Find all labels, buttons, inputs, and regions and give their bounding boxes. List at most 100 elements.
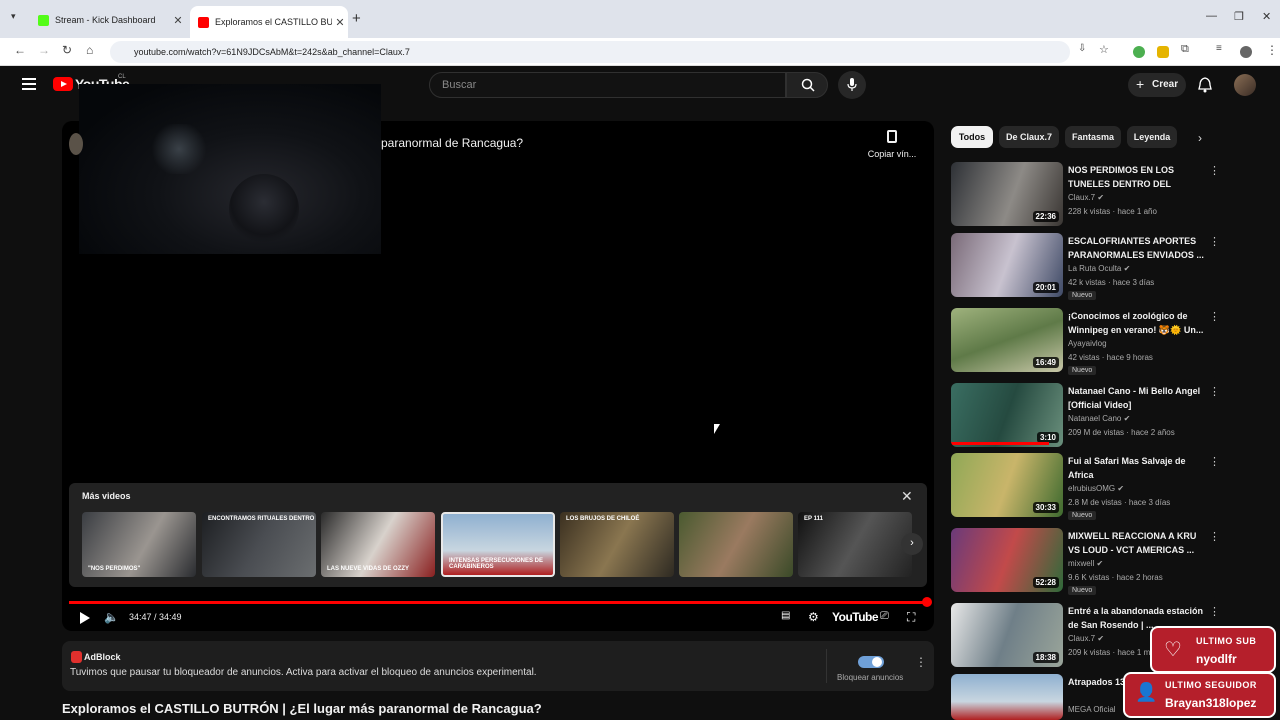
browser-menu-icon[interactable]: ⋮ bbox=[1266, 43, 1278, 57]
more-options-icon[interactable]: ⋮ bbox=[1209, 235, 1220, 248]
video-thumbnail[interactable] bbox=[951, 674, 1063, 720]
tab-kick-dashboard[interactable]: Stream - Kick Dashboard ✕ bbox=[30, 7, 186, 33]
more-options-icon[interactable]: ⋮ bbox=[1209, 530, 1220, 543]
fullscreen-icon[interactable]: ⛶ bbox=[907, 610, 915, 625]
chevron-right-icon[interactable]: › bbox=[901, 533, 923, 555]
search-placeholder: Buscar bbox=[442, 79, 477, 91]
recommendation-item[interactable]: 16:49 ¡Conocimos el zoológico de Winnipe… bbox=[951, 308, 1221, 376]
recommendation-title[interactable]: MIXWELL REACCIONA A KRU VS LOUD - VCT AM… bbox=[1068, 529, 1206, 557]
copy-link-button[interactable]: Copiar vín... bbox=[862, 130, 922, 159]
recommendation-channel[interactable]: Claux.7 ✔ bbox=[1068, 634, 1104, 643]
tab-search-icon[interactable]: ▾ bbox=[11, 11, 16, 22]
chip-todos[interactable]: Todos bbox=[951, 126, 993, 148]
more-video-thumbnail[interactable]: LOS BRUJOS DE CHILOÉ bbox=[560, 512, 674, 577]
more-options-icon[interactable]: ⋮ bbox=[1209, 605, 1220, 618]
extensions-puzzle-icon[interactable]: ⧉ bbox=[1181, 43, 1189, 56]
recommendation-channel[interactable]: mixwell ✔ bbox=[1068, 559, 1103, 568]
more-video-thumbnail[interactable]: LAS NUEVE VIDAS DE OZZY bbox=[321, 512, 435, 577]
recommendation-item[interactable]: 52:28 MIXWELL REACCIONA A KRU VS LOUD - … bbox=[951, 528, 1221, 596]
heart-icon: ♡ bbox=[1164, 639, 1182, 661]
chip-fantasma[interactable]: Fantasma bbox=[1065, 126, 1121, 148]
last-follower-alert: 👤 ULTIMO SEGUIDOR Brayan318lopez bbox=[1123, 672, 1276, 718]
recommendation-title[interactable]: ¡Conocimos el zoológico de Winnipeg en v… bbox=[1068, 309, 1206, 337]
video-thumbnail[interactable]: 18:38 bbox=[951, 603, 1063, 667]
chip-de-claux[interactable]: De Claux.7 bbox=[999, 126, 1059, 148]
reading-list-icon[interactable]: ≡ bbox=[1216, 43, 1222, 54]
recommendation-title[interactable]: ESCALOFRIANTES APORTES PARANORMALES ENVI… bbox=[1068, 234, 1206, 262]
recommendation-item[interactable]: 22:36 NOS PERDIMOS EN LOS TUNELES DENTRO… bbox=[951, 162, 1221, 230]
tab-youtube-video[interactable]: Exploramos el CASTILLO BUTRÓ ✕ bbox=[190, 6, 348, 38]
recommendation-title[interactable]: Fui al Safari Mas Salvaje de Africa bbox=[1068, 454, 1206, 482]
back-arrow-icon[interactable]: ← bbox=[14, 43, 26, 57]
youtube-logo-icon[interactable] bbox=[53, 77, 73, 91]
bookmark-star-icon[interactable]: ☆ bbox=[1099, 43, 1109, 56]
search-button[interactable] bbox=[786, 72, 828, 98]
recommendation-title[interactable]: NOS PERDIMOS EN LOS TUNELES DENTRO DEL C… bbox=[1068, 163, 1206, 191]
more-video-thumbnail[interactable]: EP 111 bbox=[798, 512, 912, 577]
more-options-icon[interactable]: ⋮ bbox=[915, 655, 927, 669]
recommendation-channel[interactable]: Natanael Cano ✔ bbox=[1068, 414, 1130, 423]
volume-icon[interactable]: 🔈 bbox=[104, 610, 119, 624]
install-app-icon[interactable]: ⇩ bbox=[1078, 43, 1086, 54]
account-avatar[interactable] bbox=[1234, 74, 1256, 96]
player-controls: 🔈 34:47 / 34:49 ▤ ⚙ YouTube ⎚ ⛶ bbox=[62, 606, 934, 630]
more-video-thumbnail[interactable]: ENCONTRAMOS RITUALES DENTRO bbox=[202, 512, 316, 577]
recommendation-channel[interactable]: elrubiusOMG ✔ bbox=[1068, 484, 1124, 493]
menu-icon[interactable] bbox=[22, 78, 36, 90]
cast-icon[interactable]: ⎚ bbox=[880, 610, 889, 623]
close-icon[interactable]: ✕ bbox=[332, 16, 348, 29]
address-bar[interactable]: youtube.com/watch?v=61N9JDCsAbM&t=242s&a… bbox=[110, 41, 1070, 63]
add-user-icon: 👤 bbox=[1135, 682, 1158, 702]
extension-green-icon[interactable] bbox=[1133, 46, 1145, 58]
microphone-icon bbox=[847, 78, 857, 91]
recommendation-item[interactable]: 3:10 Natanael Cano - Mi Bello Angel [Off… bbox=[951, 383, 1221, 451]
close-icon[interactable]: ✕ bbox=[901, 488, 913, 505]
more-video-thumbnail[interactable]: "NOS PERDIMOS" bbox=[82, 512, 196, 577]
video-thumbnail[interactable]: 30:33 bbox=[951, 453, 1063, 517]
subtitles-icon[interactable]: ▤ bbox=[781, 610, 790, 621]
recommendation-title[interactable]: Natanael Cano - Mi Bello Angel [Official… bbox=[1068, 384, 1206, 412]
reload-icon[interactable]: ↻ bbox=[62, 43, 72, 57]
voice-search-button[interactable] bbox=[838, 71, 866, 99]
restore-icon[interactable]: ❐ bbox=[1234, 10, 1244, 23]
search-input[interactable]: Buscar bbox=[429, 72, 786, 98]
play-icon[interactable] bbox=[80, 612, 90, 624]
chip-leyenda[interactable]: Leyenda bbox=[1127, 126, 1177, 148]
more-options-icon[interactable]: ⋮ bbox=[1209, 310, 1220, 323]
forward-arrow-icon[interactable]: → bbox=[38, 43, 50, 57]
close-window-icon[interactable]: ✕ bbox=[1262, 10, 1271, 23]
chevron-right-icon[interactable]: › bbox=[1198, 131, 1202, 145]
player-channel-avatar[interactable] bbox=[69, 133, 83, 155]
more-options-icon[interactable]: ⋮ bbox=[1209, 455, 1220, 468]
recommendation-channel[interactable]: Claux.7 ✔ bbox=[1068, 193, 1104, 202]
minimize-icon[interactable]: — bbox=[1206, 10, 1217, 22]
recommendation-channel[interactable]: La Ruta Oculta ✔ bbox=[1068, 264, 1130, 273]
profile-icon[interactable] bbox=[1240, 46, 1252, 58]
close-icon[interactable]: ✕ bbox=[170, 14, 186, 27]
video-thumbnail[interactable]: 3:10 bbox=[951, 383, 1063, 447]
recommendation-item[interactable]: 30:33 Fui al Safari Mas Salvaje de Afric… bbox=[951, 453, 1221, 521]
video-thumbnail[interactable]: 22:36 bbox=[951, 162, 1063, 226]
progress-bar[interactable] bbox=[69, 601, 927, 604]
notifications-bell-icon[interactable] bbox=[1198, 77, 1212, 93]
block-ads-toggle[interactable] bbox=[858, 656, 884, 668]
more-options-icon[interactable]: ⋮ bbox=[1209, 164, 1220, 177]
home-icon[interactable]: ⌂ bbox=[86, 43, 93, 57]
new-tab-plus-icon[interactable]: + bbox=[352, 10, 361, 27]
create-button[interactable]: + Crear bbox=[1128, 73, 1186, 97]
new-badge: Nuevo bbox=[1068, 511, 1097, 520]
youtube-brand-link[interactable]: YouTube bbox=[832, 610, 879, 624]
video-thumbnail[interactable]: 52:28 bbox=[951, 528, 1063, 592]
recommendation-meta: 209 M de vistas · hace 2 años bbox=[1068, 428, 1175, 437]
recommendation-channel[interactable]: Ayayaivlog bbox=[1068, 339, 1107, 348]
settings-gear-icon[interactable]: ⚙ bbox=[808, 610, 819, 624]
video-thumbnail[interactable]: 16:49 bbox=[951, 308, 1063, 372]
more-options-icon[interactable]: ⋮ bbox=[1209, 385, 1220, 398]
player-title-overlay[interactable]: paranormal de Rancagua? bbox=[381, 136, 523, 150]
more-video-thumbnail[interactable] bbox=[679, 512, 793, 577]
extension-yellow-icon[interactable] bbox=[1157, 46, 1169, 58]
recommendation-channel[interactable]: MEGA Oficial bbox=[1068, 705, 1116, 714]
video-thumbnail[interactable]: 20:01 bbox=[951, 233, 1063, 297]
more-video-thumbnail[interactable]: INTENSAS PERSECUCIONES DE CARABINEROS bbox=[441, 512, 555, 577]
recommendation-item[interactable]: 20:01 ESCALOFRIANTES APORTES PARANORMALE… bbox=[951, 233, 1221, 301]
